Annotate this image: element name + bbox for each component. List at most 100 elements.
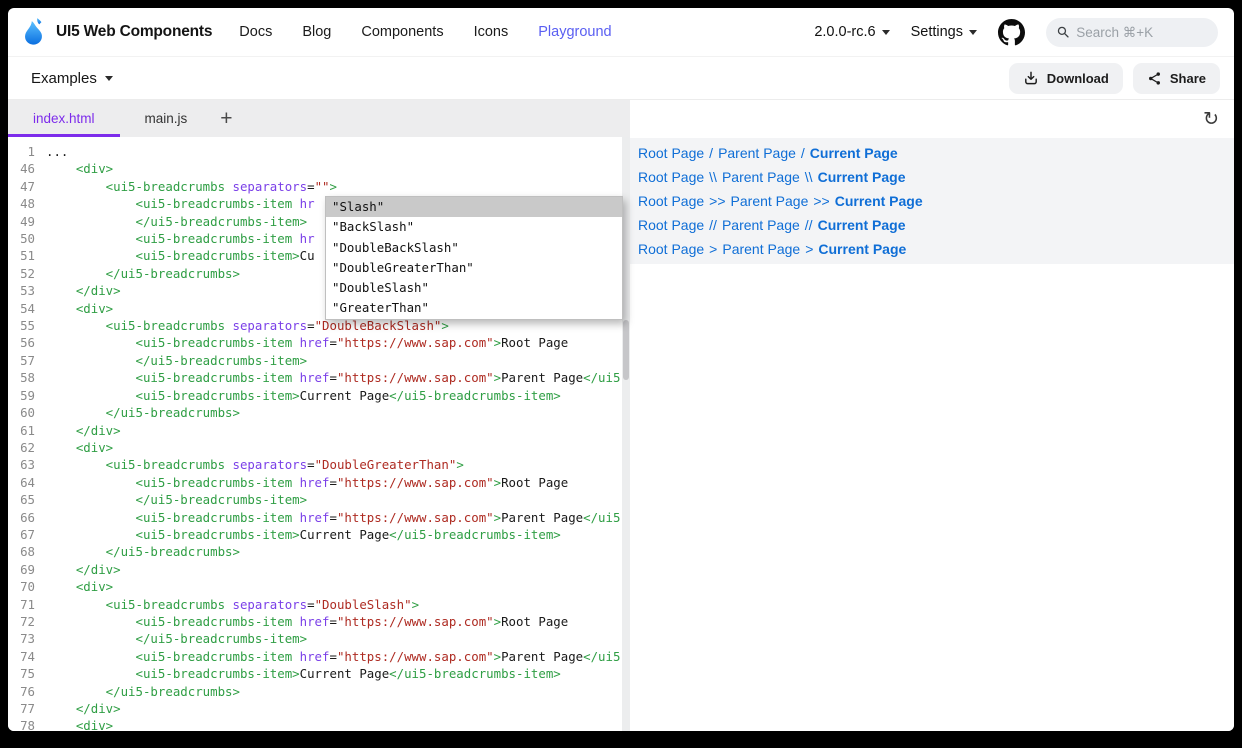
editor-scrollbar[interactable] bbox=[622, 137, 630, 731]
breadcrumb-row: Root Page/Parent Page/Current Page bbox=[638, 141, 1234, 165]
breadcrumb-link[interactable]: Parent Page bbox=[731, 193, 809, 209]
breadcrumb-link[interactable]: Root Page bbox=[638, 241, 704, 257]
code-line[interactable]: 65 </ui5-breadcrumbs-item> bbox=[8, 491, 630, 508]
autocomplete-item[interactable]: "BackSlash" bbox=[326, 217, 622, 237]
code-line[interactable]: 63 <ui5-breadcrumbs separators="DoubleGr… bbox=[8, 456, 630, 473]
breadcrumb-row: Root Page>>Parent Page>>Current Page bbox=[638, 189, 1234, 213]
code-token: = bbox=[307, 318, 314, 333]
breadcrumb-link[interactable]: Root Page bbox=[638, 217, 704, 233]
nav-link-playground[interactable]: Playground bbox=[538, 24, 611, 40]
breadcrumb-row: Root Page\\Parent Page\\Current Page bbox=[638, 165, 1234, 189]
code-line-text: <ui5-breadcrumbs separators="DoubleGreat… bbox=[46, 456, 464, 473]
breadcrumb-link[interactable]: Parent Page bbox=[718, 145, 796, 161]
version-label: 2.0.0-rc.6 bbox=[814, 24, 875, 40]
github-link[interactable] bbox=[998, 19, 1025, 46]
code-line[interactable]: 67 <ui5-breadcrumbs-item>Current Page</u… bbox=[8, 526, 630, 543]
code-line-text: </div> bbox=[46, 561, 121, 578]
tab-label: main.js bbox=[145, 111, 188, 126]
code-line[interactable]: 69 </div> bbox=[8, 561, 630, 578]
code-line[interactable]: 1... bbox=[8, 143, 630, 160]
code-line[interactable]: 60 </ui5-breadcrumbs> bbox=[8, 404, 630, 421]
autocomplete-item[interactable]: "Slash" bbox=[326, 197, 622, 217]
code-line[interactable]: 66 <ui5-breadcrumbs-item href="https://w… bbox=[8, 509, 630, 526]
code-token: <ui5-breadcrumbs-item bbox=[46, 196, 300, 211]
code-line[interactable]: 73 </ui5-breadcrumbs-item> bbox=[8, 630, 630, 647]
breadcrumb-row: Root Page>Parent Page>Current Page bbox=[638, 237, 1234, 261]
search-box[interactable] bbox=[1046, 18, 1218, 47]
code-token: Current Page bbox=[300, 666, 390, 681]
code-token: </div> bbox=[46, 283, 121, 298]
code-line[interactable]: 76 </ui5-breadcrumbs> bbox=[8, 683, 630, 700]
code-line[interactable]: 56 <ui5-breadcrumbs-item href="https://w… bbox=[8, 334, 630, 351]
code-line-text: </ui5-breadcrumbs-item> bbox=[46, 352, 307, 369]
scrollbar-thumb[interactable] bbox=[623, 320, 629, 380]
code-line[interactable]: 78 <div> bbox=[8, 717, 630, 731]
brand-home-link[interactable]: UI5 Web Components bbox=[22, 18, 212, 47]
code-line[interactable]: 59 <ui5-breadcrumbs-item>Current Page</u… bbox=[8, 387, 630, 404]
nav-link-docs[interactable]: Docs bbox=[239, 24, 272, 40]
breadcrumb-current: Current Page bbox=[818, 217, 906, 233]
autocomplete-item[interactable]: "DoubleGreaterThan" bbox=[326, 258, 622, 278]
autocomplete-item[interactable]: "DoubleSlash" bbox=[326, 278, 622, 298]
tab-main-js[interactable]: main.js bbox=[120, 100, 213, 137]
autocomplete-item[interactable]: "DoubleBackSlash" bbox=[326, 238, 622, 258]
code-token: Parent Page bbox=[501, 370, 583, 385]
examples-dropdown[interactable]: Examples bbox=[31, 70, 113, 87]
code-line[interactable]: 77 </div> bbox=[8, 700, 630, 717]
code-line[interactable]: 74 <ui5-breadcrumbs-item href="https://w… bbox=[8, 648, 630, 665]
code-line[interactable]: 70 <div> bbox=[8, 578, 630, 595]
code-line[interactable]: 57 </ui5-breadcrumbs-item> bbox=[8, 352, 630, 369]
version-dropdown[interactable]: 2.0.0-rc.6 bbox=[814, 24, 889, 40]
line-number: 71 bbox=[8, 596, 46, 613]
chevron-down-icon bbox=[969, 30, 977, 35]
download-button[interactable]: Download bbox=[1009, 63, 1123, 94]
code-line[interactable]: 62 <div> bbox=[8, 439, 630, 456]
code-line[interactable]: 71 <ui5-breadcrumbs separators="DoubleSl… bbox=[8, 596, 630, 613]
breadcrumb-link[interactable]: Parent Page bbox=[722, 169, 800, 185]
code-token: <ui5-breadcrumbs bbox=[46, 179, 233, 194]
code-line[interactable]: 47 <ui5-breadcrumbs separators=""> bbox=[8, 178, 630, 195]
code-line-text: <ui5-breadcrumbs-item>Current Page</ui5-… bbox=[46, 387, 561, 404]
nav-link-blog[interactable]: Blog bbox=[302, 24, 331, 40]
breadcrumb-link[interactable]: Root Page bbox=[638, 145, 704, 161]
code-line[interactable]: 72 <ui5-breadcrumbs-item href="https://w… bbox=[8, 613, 630, 630]
code-token: </ui5-breadcrumbs-item> bbox=[46, 214, 307, 229]
code-line[interactable]: 68 </ui5-breadcrumbs> bbox=[8, 543, 630, 560]
code-line-text: </ui5-breadcrumbs> bbox=[46, 543, 240, 560]
search-input[interactable] bbox=[1076, 25, 1207, 40]
line-number: 48 bbox=[8, 195, 46, 212]
breadcrumb-link[interactable]: Root Page bbox=[638, 169, 704, 185]
line-number: 65 bbox=[8, 491, 46, 508]
code-line[interactable]: 75 <ui5-breadcrumbs-item>Current Page</u… bbox=[8, 665, 630, 682]
code-token: href bbox=[300, 370, 330, 385]
tab-index-html[interactable]: index.html bbox=[8, 100, 120, 137]
breadcrumb-separator: / bbox=[709, 145, 713, 161]
code-token: <ui5-breadcrumbs-item> bbox=[46, 388, 300, 403]
refresh-button[interactable]: ↻ bbox=[1201, 110, 1221, 129]
line-number: 54 bbox=[8, 300, 46, 317]
line-number: 64 bbox=[8, 474, 46, 491]
code-line[interactable]: 61 </div> bbox=[8, 422, 630, 439]
code-line[interactable]: 46 <div> bbox=[8, 160, 630, 177]
github-icon bbox=[998, 19, 1025, 46]
code-token: <ui5-breadcrumbs-item bbox=[46, 475, 300, 490]
code-line-text: <ui5-breadcrumbs-item href="https://www.… bbox=[46, 613, 568, 630]
code-line[interactable]: 64 <ui5-breadcrumbs-item href="https://w… bbox=[8, 474, 630, 491]
nav-link-components[interactable]: Components bbox=[361, 24, 443, 40]
breadcrumb-link[interactable]: Parent Page bbox=[722, 241, 800, 257]
code-token: > bbox=[441, 318, 448, 333]
code-token: <ui5-breadcrumbs-item> bbox=[46, 527, 300, 542]
nav-link-icons[interactable]: Icons bbox=[474, 24, 509, 40]
code-line-text: </div> bbox=[46, 282, 121, 299]
breadcrumb-link[interactable]: Parent Page bbox=[722, 217, 800, 233]
search-icon bbox=[1057, 25, 1069, 39]
breadcrumb-link[interactable]: Root Page bbox=[638, 193, 704, 209]
playground-toolbar: Examples Download Share bbox=[8, 57, 1234, 100]
code-line[interactable]: 58 <ui5-breadcrumbs-item href="https://w… bbox=[8, 369, 630, 386]
examples-label: Examples bbox=[31, 70, 97, 87]
add-tab-button[interactable]: + bbox=[212, 100, 240, 137]
autocomplete-item[interactable]: "GreaterThan" bbox=[326, 298, 622, 318]
code-line-text: <div> bbox=[46, 160, 113, 177]
share-button[interactable]: Share bbox=[1133, 63, 1220, 94]
settings-dropdown[interactable]: Settings bbox=[911, 24, 977, 40]
